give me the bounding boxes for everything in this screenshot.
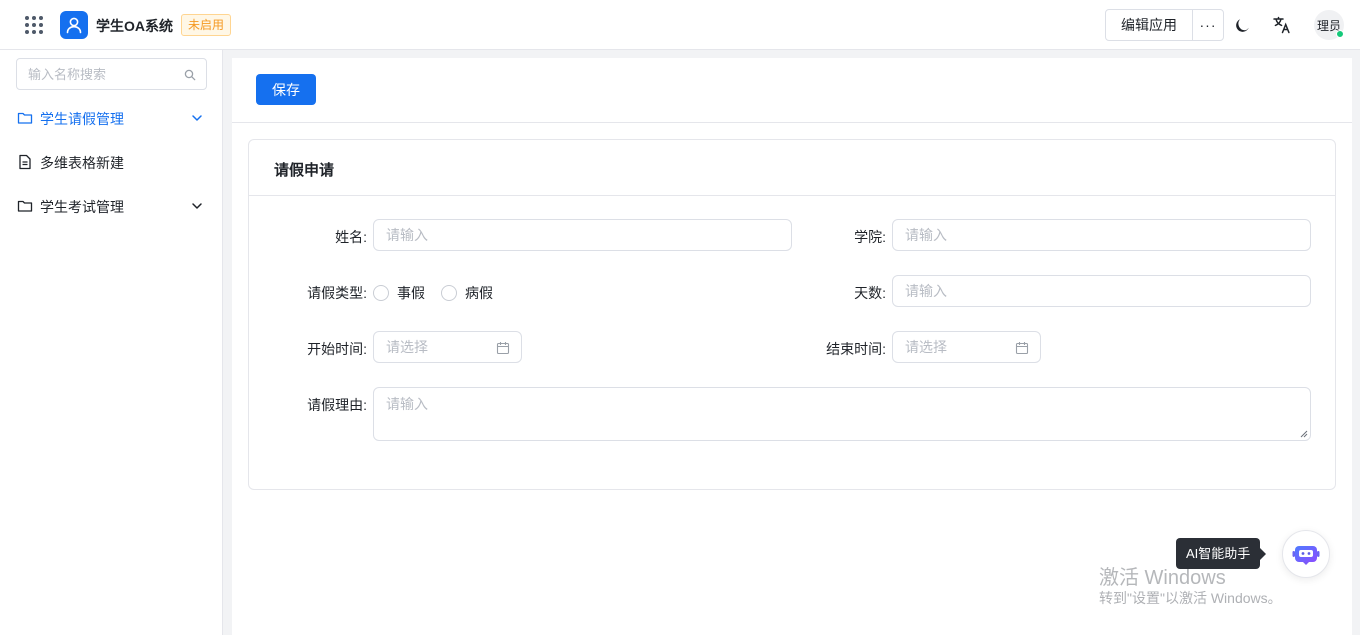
resize-handle-icon[interactable] [1300, 430, 1308, 438]
calendar-icon [1015, 342, 1029, 355]
sidebar-item-exam-management[interactable]: 学生考试管理 [0, 184, 223, 228]
radio-circle [441, 285, 457, 301]
folder-icon [17, 112, 33, 124]
form-title: 请假申请 [249, 140, 1335, 196]
robot-icon [1292, 546, 1320, 565]
college-label: 学院: [854, 229, 886, 245]
translate-icon[interactable] [1272, 15, 1292, 35]
end-time-picker [892, 331, 1041, 363]
leave-type-label: 请假类型: [307, 285, 367, 301]
ai-assistant-tooltip: AI智能助手 [1176, 538, 1267, 569]
sidebar-item-label: 多维表格新建 [40, 155, 124, 171]
edit-app-button[interactable]: 编辑应用 [1106, 10, 1193, 40]
save-button[interactable]: 保存 [256, 74, 316, 105]
sidebar-item-label: 学生考试管理 [40, 199, 124, 215]
ai-assistant-button[interactable] [1282, 530, 1330, 578]
name-input[interactable] [374, 220, 791, 250]
activation-watermark-subtitle: 转到"设置"以激活 Windows。 [1099, 590, 1282, 606]
radio-sick-leave[interactable]: 病假 [441, 283, 493, 303]
user-icon [66, 17, 82, 34]
days-input[interactable] [893, 276, 1310, 306]
college-field-wrapper [892, 219, 1311, 251]
radio-label: 病假 [465, 285, 493, 301]
sidebar-search [16, 58, 207, 90]
sidebar-item-multi-table[interactable]: 多维表格新建 [0, 140, 223, 184]
search-icon [184, 69, 196, 81]
radio-circle [373, 285, 389, 301]
status-badge: 未启用 [181, 14, 232, 36]
sidebar-item-leave-management[interactable]: 学生请假管理 [0, 96, 223, 140]
days-label: 天数: [854, 285, 886, 301]
chevron-down-icon [192, 115, 202, 121]
sidebar-item-label: 学生请假管理 [40, 111, 124, 127]
folder-icon [17, 200, 33, 212]
end-time-label: 结束时间: [826, 341, 886, 357]
reason-label: 请假理由: [307, 397, 367, 413]
college-input[interactable] [893, 220, 1310, 250]
avatar[interactable]: 理员 [1314, 10, 1344, 40]
edit-app-group: 编辑应用 ··· [1105, 9, 1224, 41]
app-logo [60, 11, 88, 39]
reason-textarea[interactable] [374, 388, 1310, 440]
radio-personal-leave[interactable]: 事假 [373, 283, 425, 303]
moon-icon[interactable] [1232, 15, 1252, 35]
calendar-icon [496, 342, 510, 355]
start-time-picker [373, 331, 522, 363]
more-options-button[interactable]: ··· [1193, 10, 1223, 40]
radio-label: 事假 [397, 285, 425, 301]
reason-field-wrapper [373, 387, 1311, 441]
days-field-wrapper [892, 275, 1311, 307]
name-label: 姓名: [335, 229, 367, 245]
toolbar: 保存 [232, 58, 1352, 123]
sidebar: 学生请假管理 多维表格新建 学生考试管理 [0, 50, 223, 635]
leave-form-card: 请假申请 姓名: 学院: 请假类型: 事假 病假 天数: 开始时间: [248, 139, 1336, 490]
app-title: 学生OA系统 [96, 18, 173, 34]
online-status-dot [1336, 30, 1344, 38]
start-time-label: 开始时间: [307, 341, 367, 357]
document-icon [19, 154, 31, 170]
top-bar: 学生OA系统 未启用 编辑应用 ··· 理员 [0, 0, 1360, 50]
name-field-wrapper [373, 219, 792, 251]
chevron-down-icon [192, 203, 202, 209]
sidebar-search-input[interactable] [17, 59, 206, 89]
app-grid-icon[interactable] [24, 15, 44, 35]
